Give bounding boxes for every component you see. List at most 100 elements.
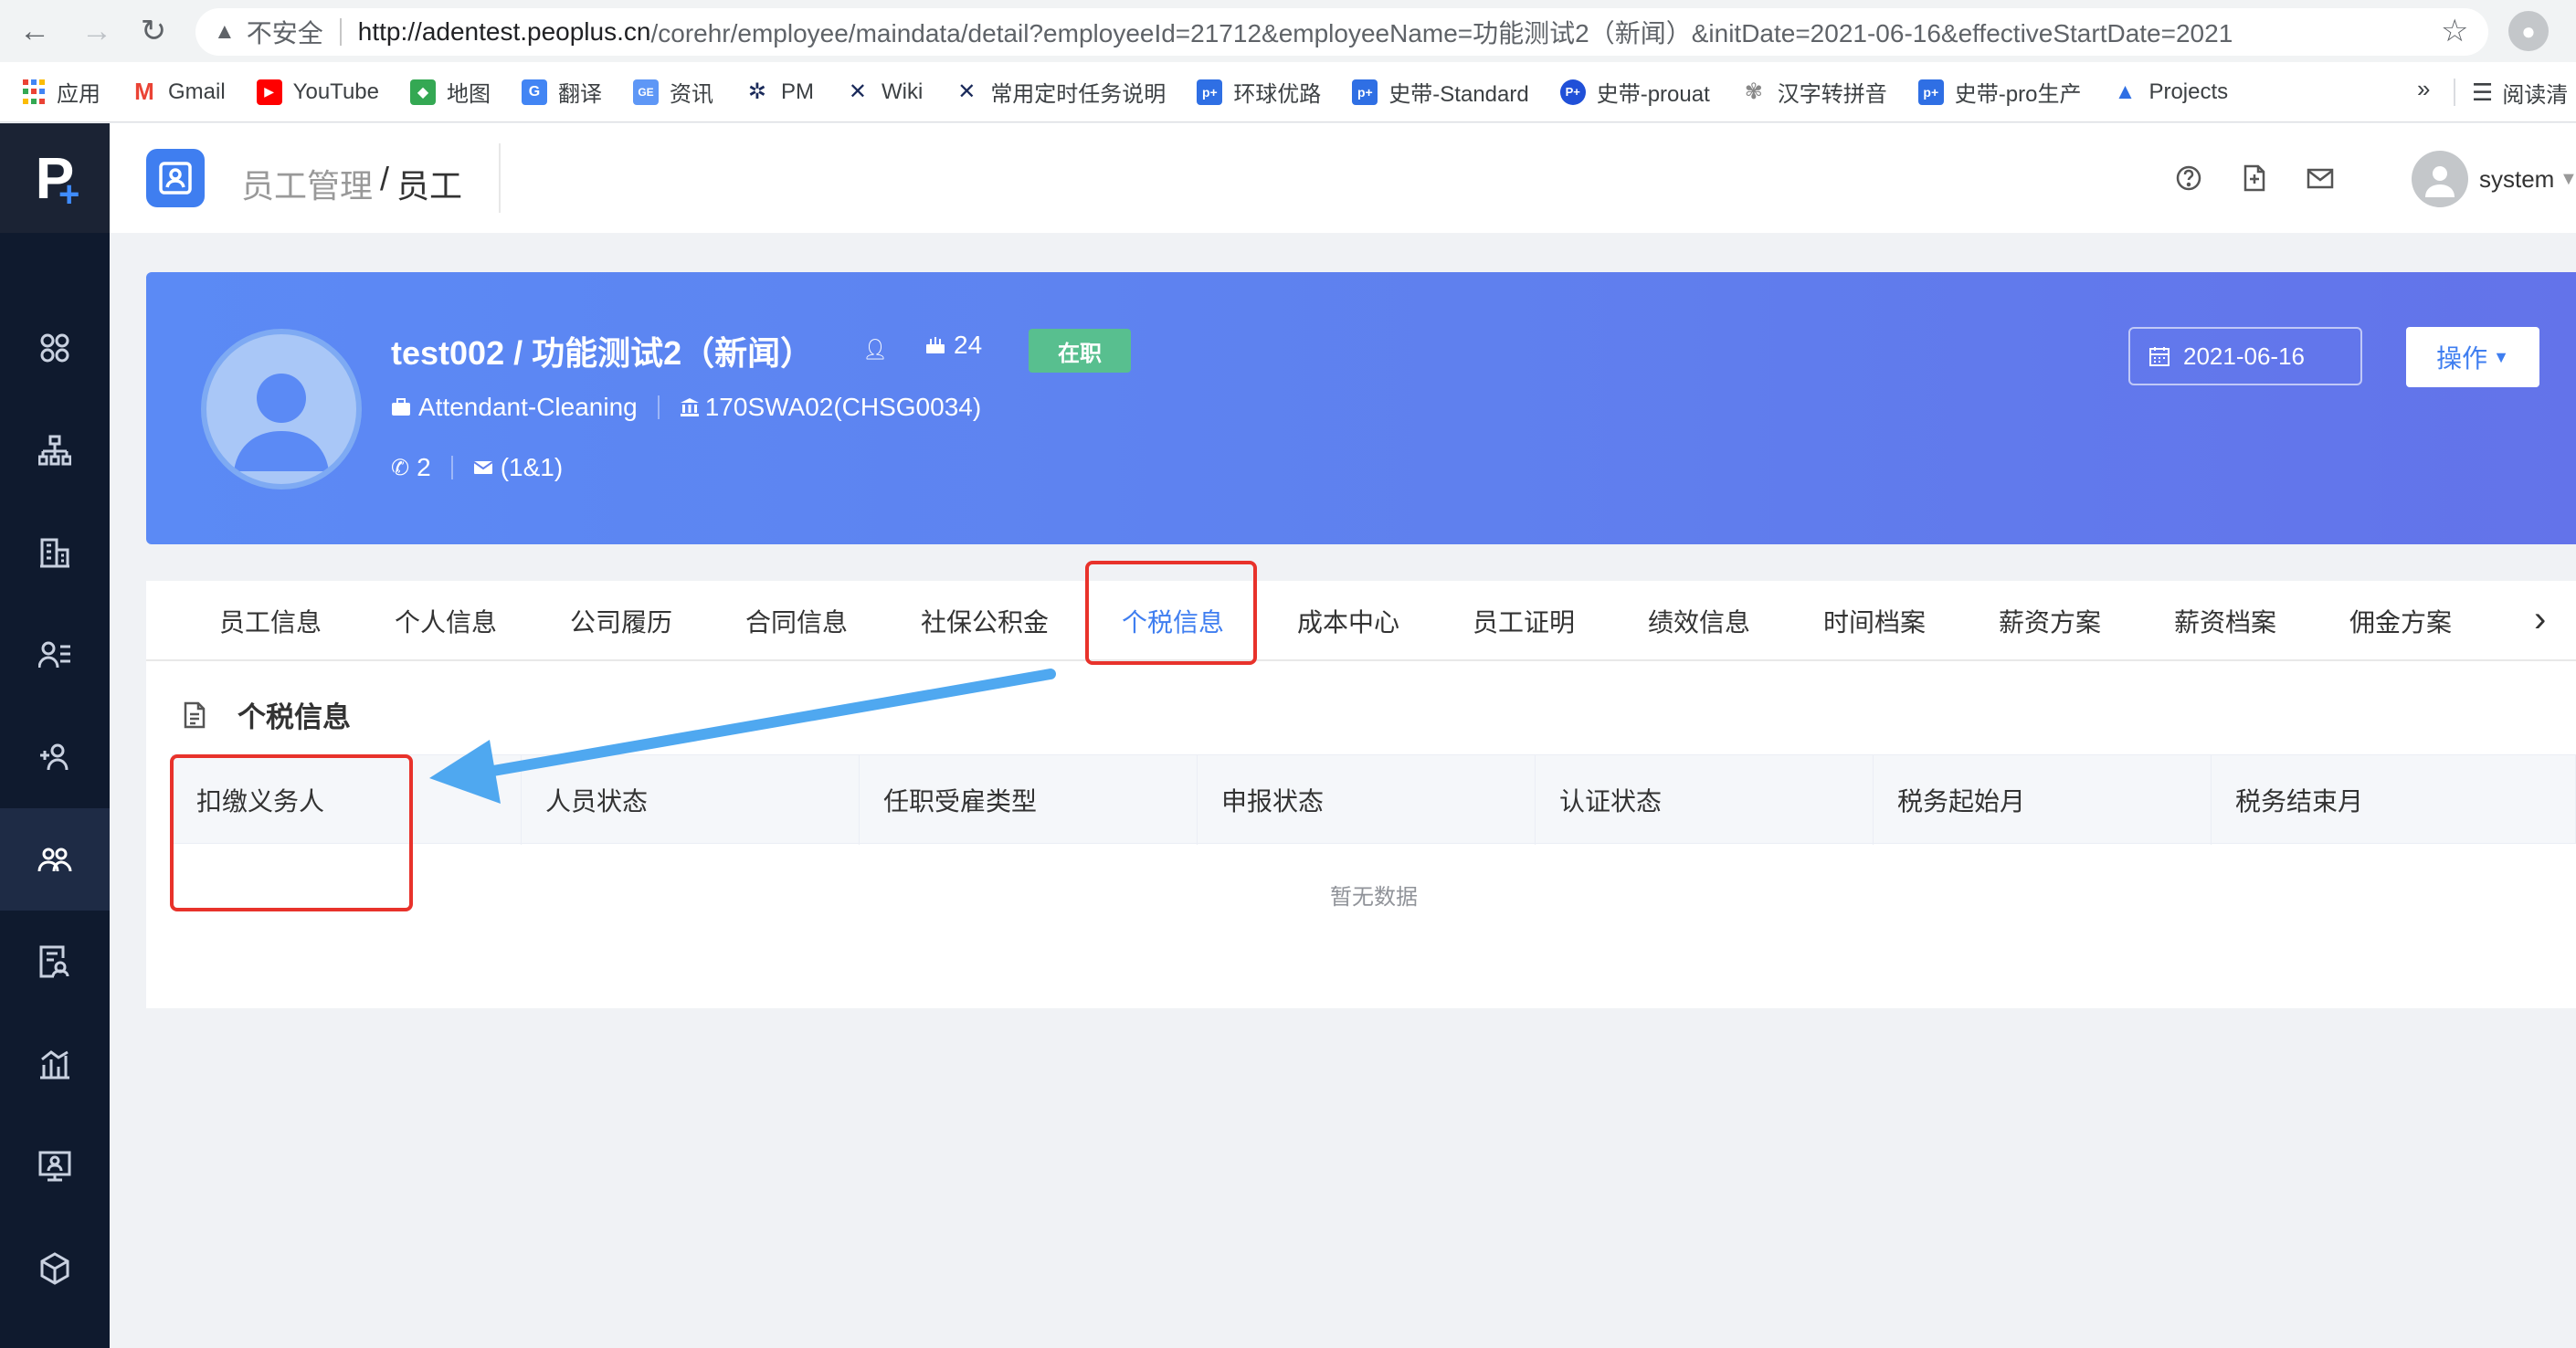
insecure-label: 不安全 — [246, 19, 323, 47]
tab-performance[interactable]: 绩效信息 — [1648, 581, 1750, 661]
bookmark-label: 史带-Standard — [1388, 82, 1529, 107]
effective-date-picker[interactable]: 2021-06-16 — [2128, 327, 2362, 385]
employee-position: Attendant-Cleaning — [418, 393, 638, 421]
tab-employee-info[interactable]: 员工信息 — [219, 581, 322, 661]
employee-age: 24 — [924, 331, 982, 360]
tab-time-profile[interactable]: 时间档案 — [1823, 581, 1926, 661]
employee-banner: test002 / 功能测试2（新闻） 👤︎ 24 在职 Attendant-C… — [146, 272, 2576, 544]
bookmark-label: 常用定时任务说明 — [990, 82, 1167, 107]
bookmark-item[interactable]: ✕ 常用定时任务说明 — [954, 76, 1166, 108]
bookmark-label: Wiki — [881, 79, 924, 104]
person-icon: 👤︎ — [862, 338, 888, 361]
monitor-user-icon — [38, 1151, 71, 1182]
report-icon — [39, 945, 69, 978]
bookmark-label: Gmail — [168, 79, 226, 104]
tab-company-history[interactable]: 公司履历 — [570, 581, 672, 661]
bookmark-item[interactable]: M Gmail — [132, 78, 226, 105]
forward-icon[interactable]: → — [79, 13, 115, 49]
bookmark-item[interactable]: ◆ 地图 — [409, 76, 491, 108]
calendar-icon — [2149, 347, 2170, 366]
tab-employee-certificate[interactable]: 员工证明 — [1473, 581, 1575, 661]
bookmark-item[interactable]: p+ 史带-pro生产 — [1917, 76, 2082, 108]
tab-social-security[interactable]: 社保公积金 — [921, 581, 1049, 661]
bookmark-label: Projects — [2148, 79, 2229, 104]
sidebar-item-dashboard[interactable] — [0, 297, 110, 399]
bookmark-star-icon[interactable]: ☆ — [2441, 13, 2468, 49]
sidebar-item-onboarding[interactable] — [0, 706, 110, 808]
bookmark-item[interactable]: 应用 — [22, 76, 100, 108]
bookmark-label: 史带-pro生产 — [1954, 82, 2082, 107]
bookmark-item[interactable]: G 翻译 — [521, 76, 602, 108]
avatar[interactable] — [2412, 151, 2468, 207]
reading-list-button[interactable]: ☰ 阅读清 — [2472, 77, 2568, 109]
tab-personal-info[interactable]: 个人信息 — [395, 581, 497, 661]
app-header: 员工管理 / 员工 system ▼ — [110, 123, 2576, 233]
employee-badge-icon — [159, 162, 192, 195]
address-bar[interactable]: ▲ 不安全 http://adentest.peoplus.cn/corehr/… — [195, 8, 2488, 56]
breadcrumb-parent[interactable]: 员工管理 — [241, 160, 373, 207]
effective-date-value: 2021-06-16 — [2183, 342, 2305, 370]
action-label: 操作 — [2436, 344, 2488, 373]
add-document-icon[interactable] — [2240, 163, 2269, 193]
envelope-icon — [473, 461, 493, 474]
column-header: 税务结束月 — [2235, 787, 2364, 816]
column-header: 税务起始月 — [1874, 755, 2212, 845]
empty-state-text: 暂无数据 — [1330, 885, 1418, 910]
tab-salary-plan[interactable]: 薪资方案 — [1999, 581, 2101, 661]
bookmark-item[interactable]: ▲ Projects — [2112, 79, 2229, 105]
sidebar-item-modules[interactable] — [0, 1217, 110, 1320]
mail-icon[interactable] — [2306, 163, 2335, 193]
youtube-icon: ▶ — [256, 79, 282, 105]
bookmark-item[interactable]: ✲ PM — [744, 79, 814, 105]
user-icon — [234, 374, 329, 471]
sidebar-item-employees[interactable] — [0, 808, 110, 911]
sidebar-item-org[interactable] — [0, 399, 110, 501]
bookmarks-more-button[interactable]: » — [2417, 75, 2430, 103]
employee-name: test002 / 功能测试2（新闻） — [391, 334, 814, 372]
action-dropdown-button[interactable]: 操作 ▼ — [2406, 327, 2539, 387]
bookmark-item[interactable]: GE 资讯 — [632, 76, 713, 108]
back-icon[interactable]: ← — [16, 13, 53, 49]
employee-email: (1&1) — [500, 453, 564, 481]
sidebar-item-people-list[interactable] — [0, 604, 110, 706]
bookmark-item[interactable]: ✕ Wiki — [845, 79, 923, 105]
column-header: 认证状态 — [1536, 755, 1874, 845]
apps-icon — [40, 333, 69, 363]
tab-salary-profile[interactable]: 薪资档案 — [2174, 581, 2276, 661]
user-name[interactable]: system — [2479, 165, 2554, 194]
help-icon[interactable] — [2174, 163, 2203, 193]
bookmark-label: 翻译 — [557, 82, 602, 107]
sidebar-item-portal[interactable] — [0, 1115, 110, 1217]
bookmark-item[interactable]: ▶ YouTube — [256, 79, 379, 105]
bookmark-item[interactable]: ✾ 汉字转拼音 — [1741, 76, 1887, 108]
org-chart-icon — [38, 435, 71, 466]
tab-contract-info[interactable]: 合同信息 — [745, 581, 848, 661]
chevron-right-icon[interactable]: › — [2534, 599, 2546, 640]
caret-down-icon: ▼ — [2493, 347, 2509, 366]
tab-commission-plan[interactable]: 佣金方案 — [2349, 581, 2452, 661]
cube-icon — [40, 1252, 69, 1285]
annotation-box-column — [170, 754, 413, 911]
peoplus-icon: p+ — [1197, 79, 1223, 105]
cake-icon — [926, 337, 945, 353]
bookmark-label: 资讯 — [669, 82, 713, 107]
column-header: 人员状态 — [522, 755, 860, 845]
user-icon — [2425, 166, 2455, 197]
chevron-down-icon[interactable]: ▼ — [2560, 169, 2576, 190]
browser-profile-icon[interactable]: ● — [2508, 11, 2549, 51]
bookmark-item[interactable]: P+ 史带-prouat — [1559, 76, 1710, 108]
sidebar-item-reports[interactable] — [0, 911, 110, 1013]
bookmark-item[interactable]: p+ 史带-Standard — [1352, 76, 1529, 108]
peoplus-icon: p+ — [1352, 79, 1378, 105]
bookmark-item[interactable]: p+ 环球优路 — [1197, 76, 1321, 108]
app-logo[interactable]: P + — [0, 123, 110, 233]
briefcase-icon — [392, 398, 410, 416]
sidebar-item-analytics[interactable] — [0, 1013, 110, 1115]
reload-icon[interactable]: ↻ — [135, 13, 172, 49]
institution-icon — [680, 398, 699, 416]
sidebar-item-company[interactable] — [0, 501, 110, 604]
section-title: 个税信息 — [183, 694, 351, 735]
bookmark-label: PM — [780, 79, 814, 104]
tab-cost-center[interactable]: 成本中心 — [1297, 581, 1399, 661]
annotation-box-tab — [1085, 561, 1257, 665]
